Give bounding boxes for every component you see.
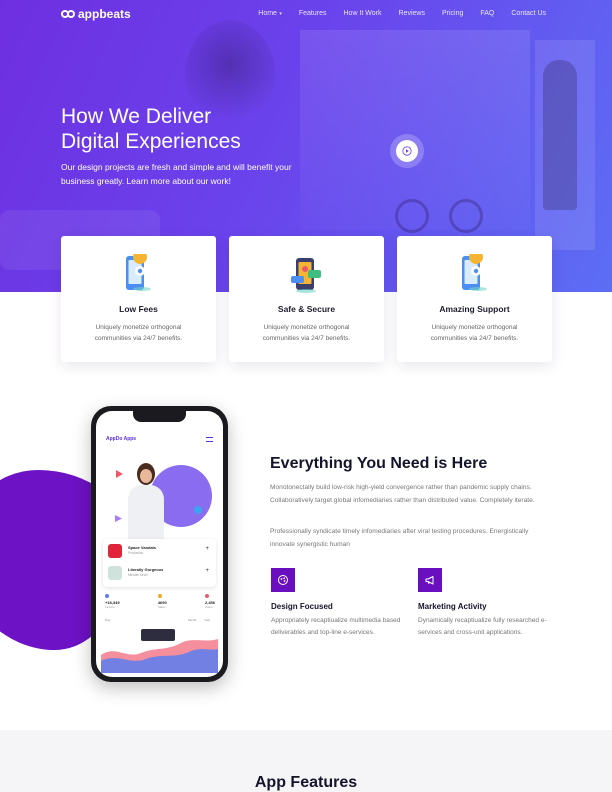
card-description: Uniquely monetize orthogonal communities… bbox=[430, 324, 519, 342]
nav-menu: Home ▾ Features How It Work Reviews Pric… bbox=[241, 10, 546, 17]
brand-name: appbeats bbox=[78, 7, 131, 21]
page: appbeats Home ▾ Features How It Work Rev… bbox=[0, 0, 612, 792]
play-icon bbox=[116, 470, 123, 478]
list-item[interactable]: Space Vandals Production + bbox=[108, 543, 211, 561]
logo-icon bbox=[61, 9, 75, 19]
app-track-list: Space Vandals Production + Literally Gor… bbox=[103, 539, 216, 587]
nav-item-home[interactable]: Home ▾ bbox=[258, 10, 282, 17]
track-thumbnail bbox=[108, 544, 122, 558]
card-description: Uniquely monetize orthogonal communities… bbox=[262, 324, 351, 342]
phone-chat-icon bbox=[291, 258, 321, 293]
feature-card-low-fees: Low Fees Uniquely monetize orthogonal co… bbox=[61, 236, 216, 362]
hero-title: How We Deliver Digital Experiences bbox=[61, 104, 241, 154]
track-name: Literally Gorgeous bbox=[128, 567, 164, 572]
megaphone-icon bbox=[418, 568, 442, 592]
track-name: Space Vandals bbox=[128, 545, 157, 550]
nav-item-pricing[interactable]: Pricing bbox=[442, 10, 463, 17]
app-title: AppDo Apps bbox=[106, 436, 137, 442]
card-title: Amazing Support bbox=[439, 304, 510, 314]
app-hero-woman bbox=[126, 463, 166, 543]
nav-item-faq[interactable]: FAQ bbox=[480, 10, 494, 17]
chart-tab-day[interactable]: Day bbox=[105, 618, 110, 622]
add-icon[interactable]: + bbox=[205, 568, 209, 574]
design-icon bbox=[271, 568, 295, 592]
feature-card-safe-secure: Safe & Secure Uniquely monetize orthogon… bbox=[229, 236, 384, 362]
about-title: Everything You Need is Here bbox=[270, 455, 488, 472]
phone-location-icon bbox=[462, 254, 487, 291]
stat-income: +18,349 Income bbox=[105, 594, 120, 612]
track-subtitle: Michael Kevin bbox=[128, 573, 148, 577]
about-paragraph-1: Monotonectally build low-risk high-yield… bbox=[270, 484, 535, 504]
feature-card-amazing-support: Amazing Support Uniquely monetize orthog… bbox=[397, 236, 552, 362]
brand-logo[interactable]: appbeats bbox=[61, 7, 131, 21]
app-area-chart bbox=[101, 629, 218, 673]
chart-tab-month[interactable]: Month bbox=[188, 618, 196, 622]
add-icon[interactable]: + bbox=[205, 546, 209, 552]
chevron-down-icon: ▾ bbox=[277, 11, 282, 17]
hero-background-bicycle bbox=[395, 185, 485, 235]
about-paragraph-2: Professionally syndicate timely infomedi… bbox=[270, 528, 529, 548]
phone-mockup: AppDo Apps Space Vandals Production + Li… bbox=[91, 406, 228, 682]
nav-item-contact-us[interactable]: Contact Us bbox=[511, 10, 546, 17]
app-features-title: App Features bbox=[254, 774, 358, 791]
nav-item-how-it-work[interactable]: How It Work bbox=[344, 10, 382, 17]
stat-users: 2,456 Users bbox=[204, 594, 215, 612]
nav-item-features[interactable]: Features bbox=[299, 10, 327, 17]
stat-sales: 4690 Sales bbox=[157, 594, 167, 612]
list-item[interactable]: Literally Gorgeous Michael Kevin + bbox=[108, 565, 211, 583]
phone-screen: AppDo Apps Space Vandals Production + Li… bbox=[96, 411, 223, 677]
top-navbar: appbeats Home ▾ Features How It Work Rev… bbox=[0, 6, 612, 24]
feature-text-marketing-activity: Dynamically recaptiualize fully research… bbox=[418, 617, 547, 636]
card-title: Safe & Secure bbox=[277, 304, 336, 314]
video-play-button[interactable] bbox=[390, 134, 424, 168]
hero-background-person bbox=[543, 60, 577, 210]
play-button-inner bbox=[396, 140, 418, 162]
nav-item-reviews[interactable]: Reviews bbox=[399, 10, 425, 17]
track-subtitle: Production bbox=[128, 551, 144, 555]
track-thumbnail bbox=[108, 566, 122, 580]
app-stats: +18,349 Income 4690 Sales 2,456 Users bbox=[105, 594, 215, 612]
feature-text-design-focused: Appropriately recaptiualize multimedia b… bbox=[271, 617, 401, 636]
hero-title-line-1: How We Deliver bbox=[61, 105, 212, 128]
hero-title-line-2: Digital Experiences bbox=[61, 130, 241, 153]
phone-notch bbox=[133, 411, 186, 422]
card-title: Low Fees bbox=[119, 304, 158, 314]
chart-tab-year[interactable]: Year bbox=[204, 618, 210, 622]
phone-location-icon bbox=[126, 254, 151, 291]
app-features-section: App Features bbox=[0, 730, 612, 792]
hero-description: Our design projects are fresh and simple… bbox=[61, 162, 292, 186]
play-icon bbox=[194, 506, 202, 514]
feature-title-marketing-activity: Marketing Activity bbox=[418, 602, 487, 611]
feature-title-design-focused: Design Focused bbox=[271, 602, 333, 611]
hamburger-menu-icon bbox=[206, 437, 213, 442]
decorative-shape-icon bbox=[115, 515, 122, 522]
play-icon bbox=[402, 146, 412, 156]
card-description: Uniquely monetize orthogonal communities… bbox=[94, 324, 183, 342]
